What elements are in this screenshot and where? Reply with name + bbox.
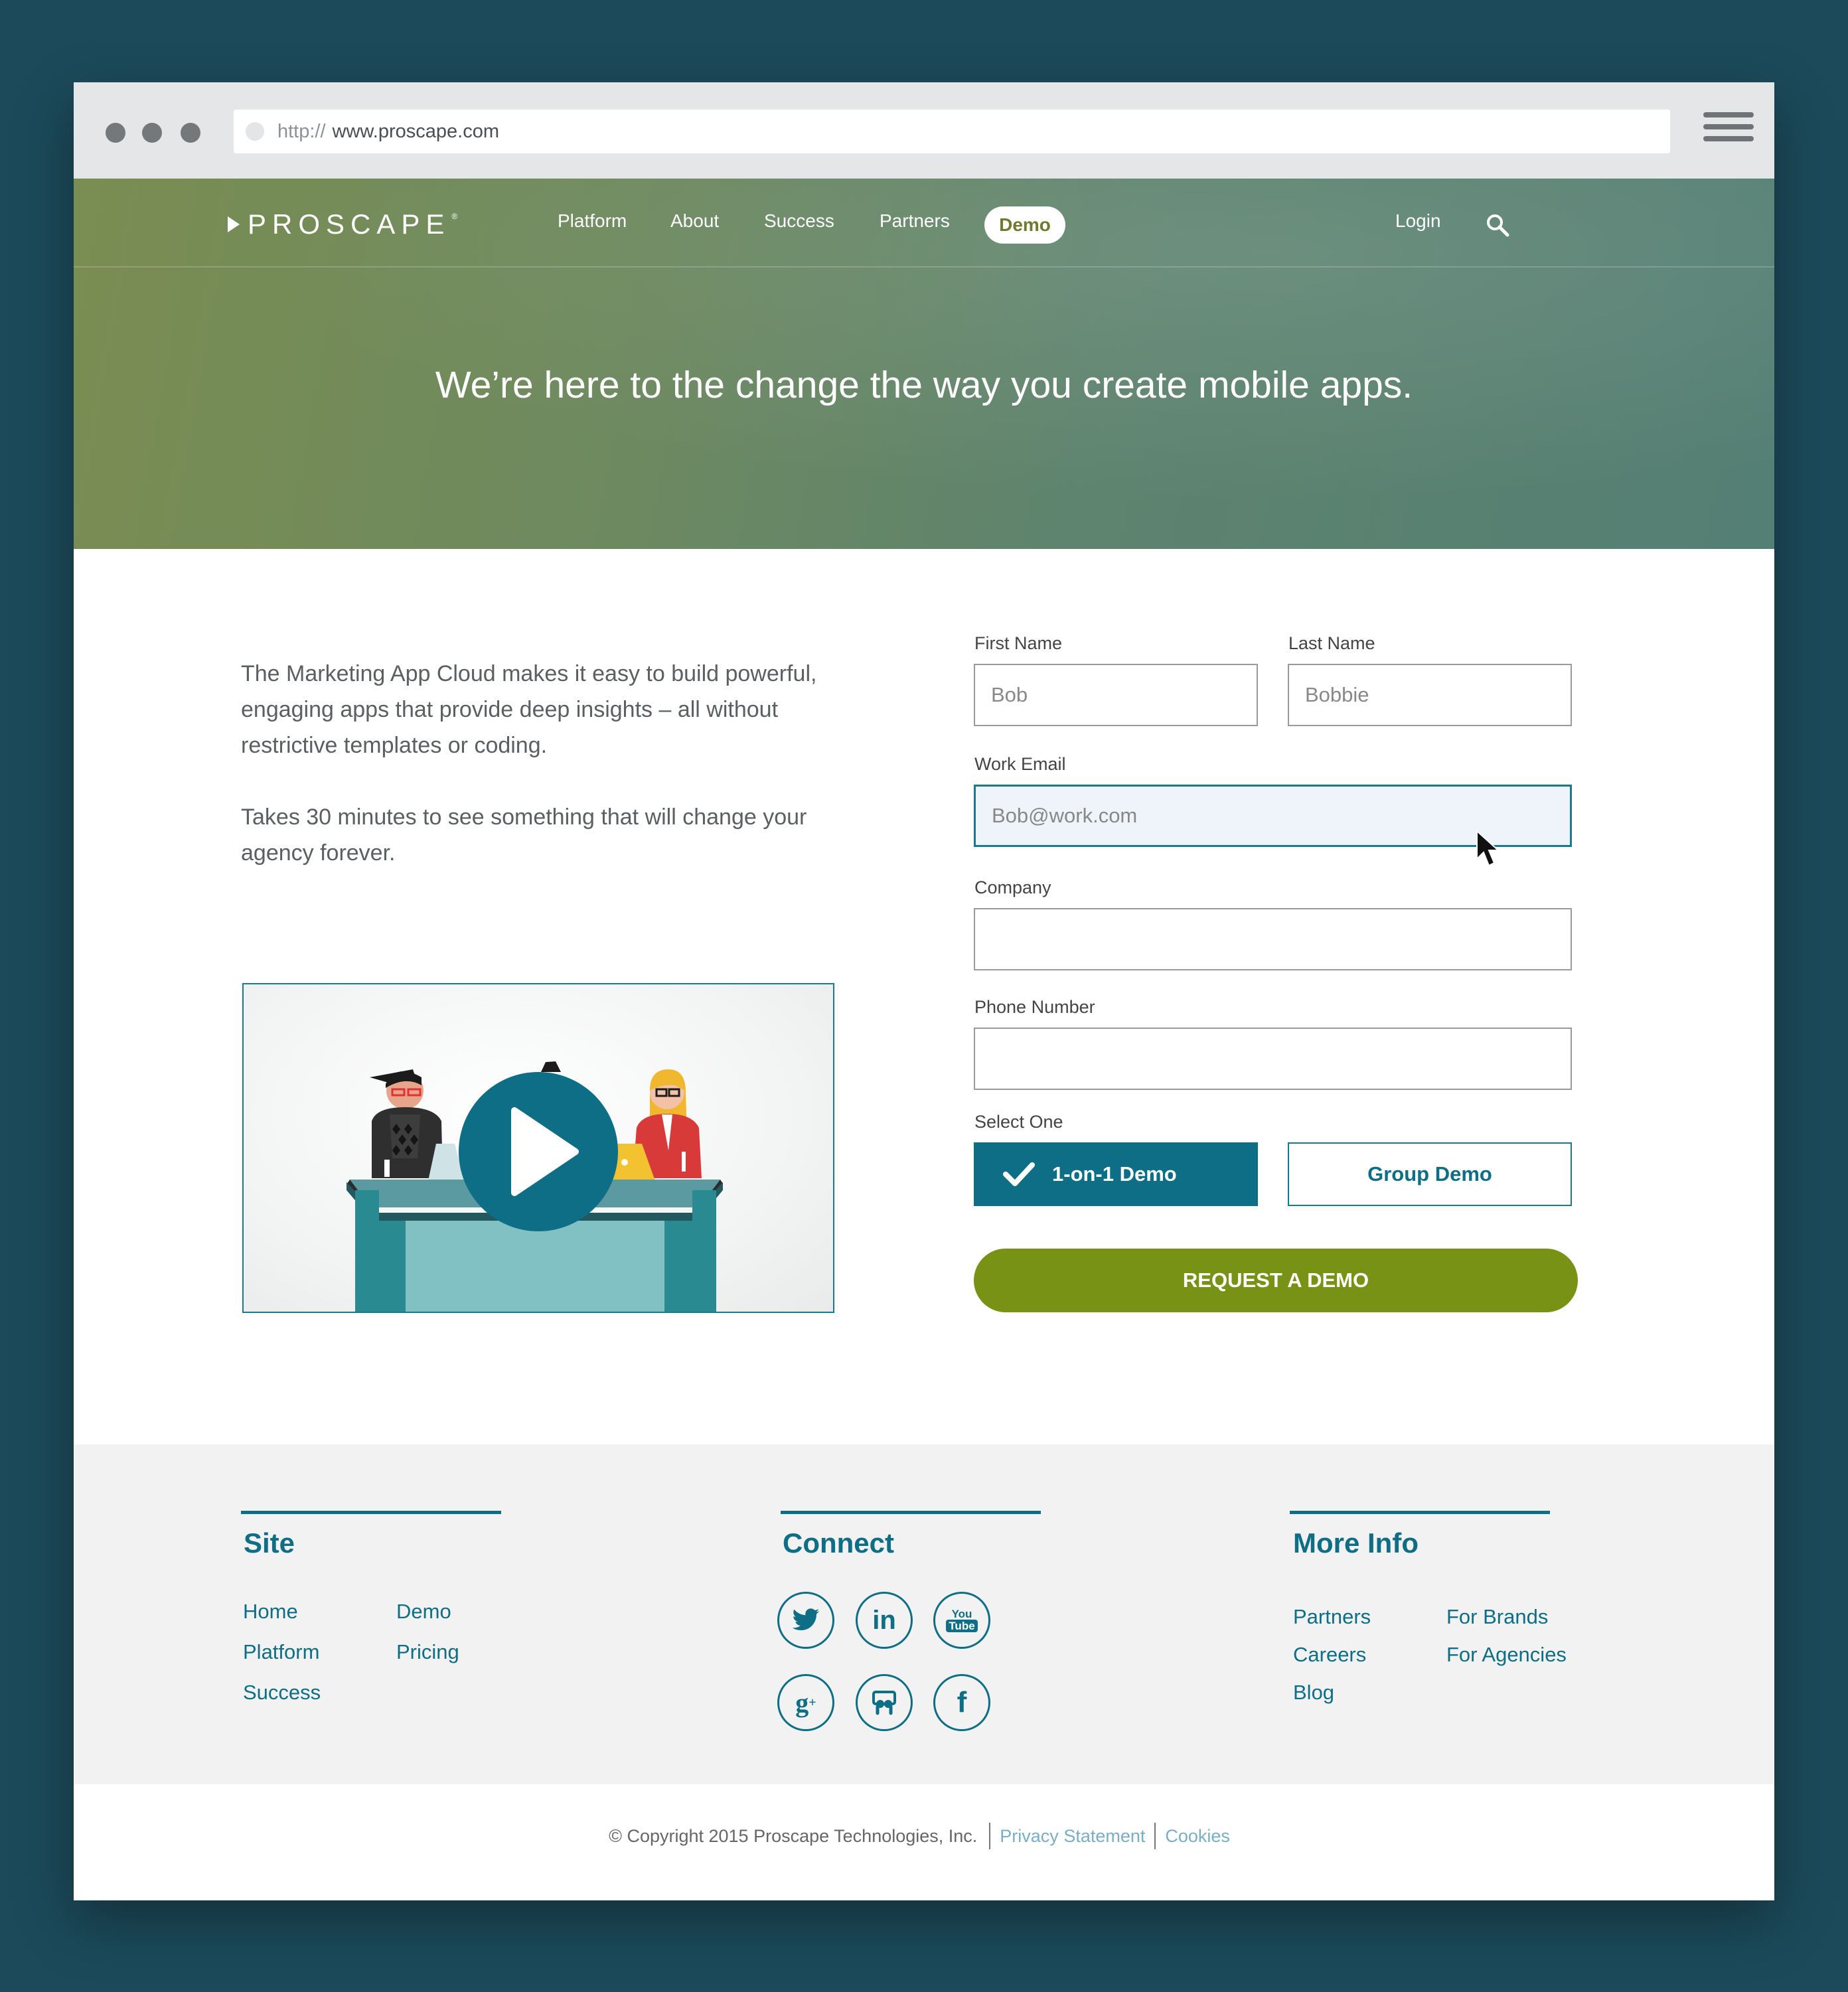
browser-chrome: http:// www.proscape.com bbox=[74, 82, 1774, 179]
site-info-icon bbox=[246, 122, 264, 141]
nav-success[interactable]: Success bbox=[764, 210, 834, 232]
select-one-label: Select One bbox=[974, 1112, 1063, 1132]
copyright-bar: © Copyright 2015 Proscape Technologies, … bbox=[74, 1784, 1774, 1900]
one-on-one-demo-label: 1-on-1 Demo bbox=[1052, 1162, 1177, 1186]
proscape-logo[interactable]: PROSCAPE ® bbox=[228, 208, 458, 240]
footer-link-blog[interactable]: Blog bbox=[1293, 1681, 1334, 1705]
intro-text: The Marketing App Cloud makes it easy to… bbox=[241, 656, 852, 907]
address-bar[interactable]: http:// www.proscape.com bbox=[234, 110, 1670, 153]
nav-about[interactable]: About bbox=[670, 210, 719, 232]
footer-link-platform[interactable]: Platform bbox=[243, 1640, 319, 1664]
footer: Site Home Platform Success Demo Pricing … bbox=[74, 1444, 1774, 1784]
facebook-icon[interactable]: f bbox=[933, 1674, 990, 1731]
logo-play-icon bbox=[228, 216, 240, 232]
footer-link-pricing[interactable]: Pricing bbox=[396, 1640, 459, 1664]
group-demo-option[interactable]: Group Demo bbox=[1288, 1142, 1572, 1206]
connect-column-title: Connect bbox=[783, 1527, 894, 1559]
twitter-icon[interactable] bbox=[777, 1592, 834, 1649]
google-plus-icon[interactable]: g + bbox=[777, 1674, 834, 1731]
group-demo-label: Group Demo bbox=[1367, 1162, 1492, 1186]
phone-number-label: Phone Number bbox=[974, 997, 1095, 1017]
last-name-field[interactable] bbox=[1288, 664, 1572, 726]
connect-column-rule bbox=[781, 1511, 1041, 1514]
logo-text: PROSCAPE bbox=[248, 208, 451, 240]
site-column-rule bbox=[241, 1511, 501, 1514]
footer-link-partners[interactable]: Partners bbox=[1293, 1605, 1371, 1629]
hero-banner: PROSCAPE ® Platform About Success Partne… bbox=[74, 179, 1774, 549]
footer-link-demo[interactable]: Demo bbox=[396, 1600, 451, 1624]
footer-link-success[interactable]: Success bbox=[243, 1681, 321, 1705]
footer-link-for-agencies[interactable]: For Agencies bbox=[1446, 1643, 1567, 1667]
last-name-label: Last Name bbox=[1288, 633, 1375, 653]
intro-paragraph-2: Takes 30 minutes to see something that w… bbox=[241, 804, 807, 866]
checkmark-icon bbox=[1003, 1162, 1035, 1186]
window-maximize-dot[interactable] bbox=[181, 123, 200, 143]
more-info-column-rule bbox=[1290, 1511, 1550, 1514]
company-label: Company bbox=[974, 878, 1051, 897]
nav-login[interactable]: Login bbox=[1395, 210, 1441, 232]
footer-link-careers[interactable]: Careers bbox=[1293, 1643, 1366, 1667]
footer-link-for-brands[interactable]: For Brands bbox=[1446, 1605, 1548, 1629]
url-protocol: http:// bbox=[277, 120, 326, 142]
demo-video[interactable] bbox=[242, 983, 834, 1313]
browser-window: http:// www.proscape.com PROSCAPE ® Plat… bbox=[74, 82, 1774, 1900]
nav-partners[interactable]: Partners bbox=[880, 210, 950, 232]
hero-title: We’re here to the change the way you cre… bbox=[435, 364, 1413, 406]
more-info-column-title: More Info bbox=[1293, 1527, 1419, 1559]
logo-trademark: ® bbox=[451, 212, 458, 221]
nav-demo-button[interactable]: Demo bbox=[984, 206, 1065, 244]
one-on-one-demo-option[interactable]: 1-on-1 Demo bbox=[974, 1142, 1258, 1206]
first-name-label: First Name bbox=[974, 633, 1063, 653]
video-illustration bbox=[346, 1061, 723, 1312]
window-minimize-dot[interactable] bbox=[142, 123, 162, 143]
cookies-link[interactable]: Cookies bbox=[1156, 1826, 1239, 1847]
site-column-title: Site bbox=[244, 1527, 295, 1559]
company-field[interactable] bbox=[974, 908, 1572, 970]
intro-paragraph-1: The Marketing App Cloud makes it easy to… bbox=[241, 661, 817, 758]
url-host: www.proscape.com bbox=[332, 120, 499, 142]
nav-divider bbox=[74, 266, 1774, 268]
youtube-icon[interactable]: You Tube bbox=[933, 1592, 990, 1649]
privacy-statement-link[interactable]: Privacy Statement bbox=[990, 1826, 1154, 1847]
request-demo-button[interactable]: REQUEST A DEMO bbox=[974, 1249, 1578, 1312]
nav-platform[interactable]: Platform bbox=[558, 210, 627, 232]
copyright-text: © Copyright 2015 Proscape Technologies, … bbox=[609, 1825, 978, 1846]
linkedin-icon[interactable]: in bbox=[856, 1592, 913, 1649]
footer-link-home[interactable]: Home bbox=[243, 1600, 298, 1624]
search-icon[interactable] bbox=[1486, 213, 1509, 237]
mouse-cursor-icon bbox=[1476, 830, 1500, 867]
work-email-label: Work Email bbox=[974, 754, 1066, 774]
slideshare-icon[interactable] bbox=[856, 1674, 913, 1731]
window-close-dot[interactable] bbox=[106, 123, 125, 143]
hamburger-menu-icon[interactable] bbox=[1703, 112, 1754, 151]
first-name-field[interactable] bbox=[974, 664, 1258, 726]
phone-number-field[interactable] bbox=[974, 1028, 1572, 1090]
